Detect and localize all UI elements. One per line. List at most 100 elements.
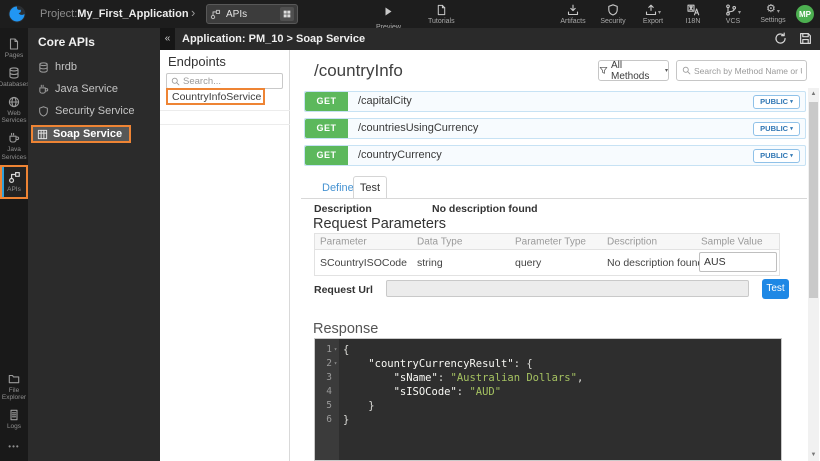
code-line: 1▾ { — [315, 343, 781, 357]
coffee-icon — [8, 132, 20, 144]
param-description: No description found — [607, 257, 703, 269]
workspace-tab-apis[interactable]: APIs — [206, 4, 298, 24]
scroll-down-button[interactable]: ▼ — [808, 449, 819, 461]
http-verb-badge: GET — [305, 92, 348, 111]
database-icon — [38, 62, 49, 73]
shield-icon — [38, 106, 49, 117]
core-apis-panel: Core APIs hrdb Java Service Security Ser… — [28, 28, 160, 461]
settings-button[interactable]: ⚙ ▾ Settings — [758, 4, 788, 25]
code-line: 2▾ "countryCurrencyResult": { — [315, 357, 781, 371]
sidebar-item-apis[interactable]: APIs — [0, 165, 28, 199]
method-path: /countryCurrency — [358, 146, 442, 165]
avatar[interactable]: MP — [796, 5, 814, 23]
param-data-type: string — [417, 257, 443, 269]
table-row: SCountryISOCode string query No descript… — [315, 250, 779, 275]
sidebar-item-file-explorer[interactable]: File Explorer — [0, 369, 28, 406]
core-item-soap-service[interactable]: Soap Service — [31, 125, 131, 143]
sample-value-input[interactable] — [699, 252, 777, 272]
sidebar-item-web-services[interactable]: Web Services — [0, 92, 28, 129]
http-verb-badge: GET — [305, 146, 348, 165]
search-icon — [682, 66, 691, 75]
endpoints-search-input[interactable] — [183, 76, 271, 87]
collapse-panel-button[interactable]: « — [160, 28, 175, 50]
code-line: 6 } — [315, 413, 781, 427]
response-title: Response — [313, 321, 378, 337]
save-icon[interactable] — [799, 32, 812, 45]
scrollbar-track[interactable]: ▲ ▼ — [808, 88, 819, 461]
visibility-dropdown[interactable]: PUBLIC▾ — [753, 95, 800, 109]
core-item-hrdb[interactable]: hrdb — [28, 56, 160, 78]
security-button[interactable]: Security — [598, 4, 628, 25]
coffee-icon — [38, 84, 49, 95]
endpoint-item-countryinfoservice[interactable]: CountryInfoService — [166, 88, 265, 105]
play-icon — [383, 4, 393, 22]
sidebar-item-java-services[interactable]: Java Services — [0, 128, 28, 165]
vcs-button[interactable]: ▾ VCS — [718, 4, 748, 25]
api-icon — [8, 171, 21, 184]
sidebar-item-pages[interactable]: Pages — [0, 34, 28, 63]
request-url-input[interactable] — [386, 280, 749, 297]
folder-icon — [8, 373, 20, 385]
shield-icon — [607, 4, 619, 16]
endpoints-panel: Endpoints CountryInfoService — [160, 50, 290, 461]
app-window: Project:My_First_Application › APIs Prev… — [0, 0, 820, 461]
method-row-capitalcity[interactable]: GET /capitalCity PUBLIC▾ — [304, 91, 806, 112]
http-verb-badge: GET — [305, 119, 348, 138]
workspace-tab-label: APIs — [226, 9, 275, 20]
code-line: 4 "sISOCode": "AUD" — [315, 385, 781, 399]
wavemaker-logo-icon[interactable] — [7, 4, 27, 29]
artifacts-button[interactable]: Artifacts — [558, 4, 588, 25]
preview-button[interactable]: Preview — [376, 4, 401, 31]
api-icon — [210, 9, 221, 20]
artifacts-download-icon — [567, 4, 579, 16]
caret-down-icon: ▾ — [738, 9, 741, 16]
caret-down-icon: ▾ — [658, 9, 661, 16]
funnel-icon — [599, 66, 608, 75]
refresh-icon[interactable] — [774, 32, 787, 45]
methods-filter-dropdown[interactable]: All Methods ▾ — [598, 60, 669, 81]
more-options-icon[interactable]: ••• — [0, 434, 28, 461]
project-name: My_First_Application — [77, 8, 188, 20]
core-item-security-service[interactable]: Security Service — [28, 100, 160, 122]
tab-divider — [301, 198, 807, 199]
scrollbar-thumb[interactable] — [809, 102, 818, 298]
caret-down-icon: ▾ — [777, 8, 780, 15]
sidebar-item-logs[interactable]: Logs — [0, 405, 28, 434]
endpoints-search[interactable] — [166, 73, 283, 89]
scroll-up-button[interactable]: ▲ — [808, 88, 819, 100]
grid-menu-icon[interactable] — [280, 7, 294, 21]
core-apis-title: Core APIs — [28, 28, 160, 56]
breadcrumb: Project:My_First_Application — [40, 0, 189, 28]
core-item-java-service[interactable]: Java Service — [28, 78, 160, 100]
page-title: /countryInfo — [314, 61, 403, 81]
visibility-dropdown[interactable]: PUBLIC▾ — [753, 122, 800, 136]
main-content: /countryInfo All Methods ▾ GET /capitalC… — [291, 50, 820, 461]
endpoints-title: Endpoints — [168, 54, 226, 69]
method-path: /capitalCity — [358, 92, 412, 111]
i18n-button[interactable]: I18N — [678, 4, 708, 25]
left-rail: Pages Databases Web Services Java Servic… — [0, 28, 28, 461]
export-button[interactable]: ▾ Export — [638, 4, 668, 25]
visibility-dropdown[interactable]: PUBLIC▾ — [753, 149, 800, 163]
test-button[interactable]: Test — [762, 279, 789, 299]
request-parameters-title: Request Parameters — [313, 216, 446, 232]
request-parameters-table: Parameter Data Type Parameter Type Descr… — [314, 233, 780, 276]
caret-down-icon: ▾ — [790, 126, 793, 132]
gear-icon: ⚙ — [766, 4, 776, 15]
method-row-countriesusingcurrency[interactable]: GET /countriesUsingCurrency PUBLIC▾ — [304, 118, 806, 139]
method-row-countrycurrency[interactable]: GET /countryCurrency PUBLIC▾ — [304, 145, 806, 166]
caret-down-icon: ▾ — [790, 99, 793, 105]
method-search[interactable] — [676, 60, 807, 81]
tab-test[interactable]: Test — [353, 176, 387, 199]
fold-caret-icon[interactable]: ▾ — [332, 357, 339, 371]
fold-caret-icon[interactable]: ▾ — [332, 343, 339, 357]
code-line: 5 } — [315, 399, 781, 413]
tutorials-button[interactable]: Tutorials — [428, 4, 455, 25]
method-search-input[interactable] — [694, 66, 802, 76]
caret-down-icon: ▾ — [665, 67, 668, 74]
rail-spacer — [0, 199, 28, 369]
sidebar-item-databases[interactable]: Databases — [0, 63, 28, 92]
database-icon — [8, 67, 20, 79]
document-icon — [436, 4, 447, 16]
response-code-editor[interactable]: 1▾ { 2▾ "countryCurrencyResult": { 3 "sN… — [314, 338, 782, 461]
